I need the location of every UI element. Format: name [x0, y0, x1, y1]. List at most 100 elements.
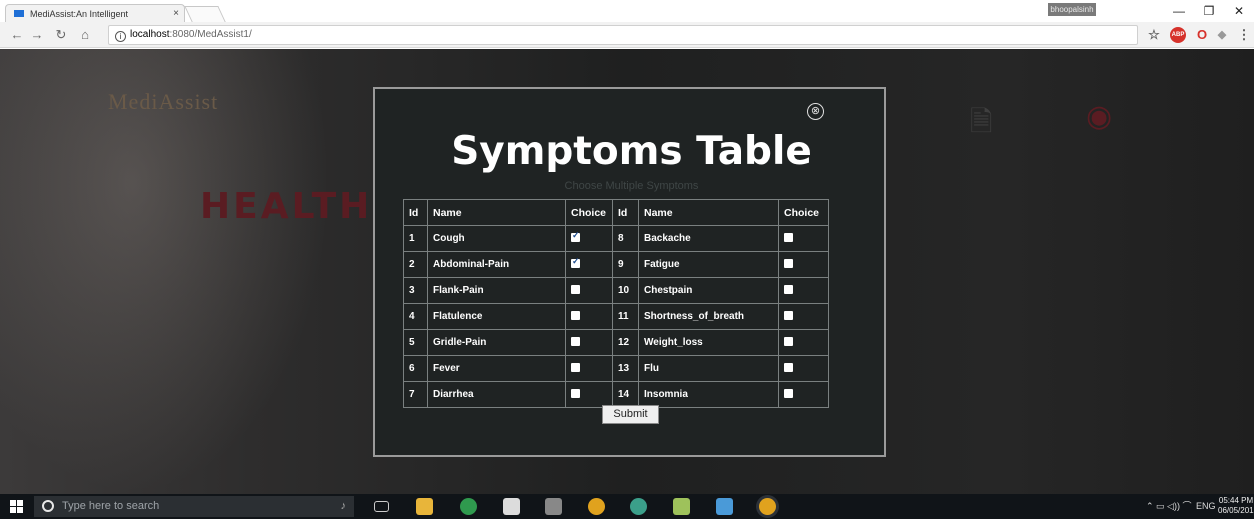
symptom-choice [778, 251, 829, 278]
close-modal-icon[interactable]: ⊗ [807, 103, 824, 120]
back-icon[interactable]: ← [8, 26, 26, 44]
symptom-id: 9 [612, 251, 639, 278]
symptom-name: Gridle-Pain [427, 329, 566, 356]
symptom-id: 5 [403, 329, 428, 356]
menu-icon[interactable]: ⋮ [1236, 27, 1252, 43]
box-icon[interactable] [545, 498, 562, 515]
doctor-background-image [0, 49, 330, 494]
symptom-checkbox[interactable] [571, 285, 580, 294]
site-logo: MediAssist [108, 89, 219, 114]
symptom-checkbox[interactable] [784, 337, 793, 346]
symptom-checkbox[interactable] [784, 363, 793, 372]
tray-icons[interactable]: ⌃ ▭ ◁)) ⌒ [1146, 498, 1191, 515]
close-window-button[interactable]: ✕ [1226, 2, 1252, 20]
system-clock[interactable]: 05:44 PM 06/05/2017 [1218, 496, 1254, 516]
search-placeholder: Type here to search [62, 500, 160, 512]
header-choice: Choice [565, 199, 613, 226]
symptom-checkbox[interactable] [784, 285, 793, 294]
table-row: 3 Flank-Pain 10 Chestpain [403, 277, 829, 304]
symptom-id: 12 [612, 329, 639, 356]
favicon-icon [14, 10, 24, 17]
symptom-id: 1 [403, 225, 428, 252]
table-row: 2Abdominal-Pain 9Fatigue [403, 251, 829, 278]
symptom-id: 10 [612, 277, 639, 304]
symptom-choice [565, 225, 613, 252]
symptom-checkbox[interactable] [784, 233, 793, 242]
extension-icon[interactable]: ◆ [1214, 27, 1230, 43]
site-info-icon[interactable]: i [115, 31, 126, 42]
symptom-checkbox[interactable] [571, 337, 580, 346]
camera-icon: ◉ [1086, 100, 1113, 133]
symptom-name: Flank-Pain [427, 277, 566, 304]
symptom-name: Shortness_of_breath [638, 303, 779, 330]
symptom-checkbox[interactable] [571, 230, 580, 242]
symptom-choice [778, 381, 829, 408]
page-background: MediAssist HEALTH CARE AT YOUR DESK!! ● … [0, 49, 1254, 494]
star-icon[interactable]: ☆ [1146, 27, 1162, 43]
maximize-button[interactable]: ❐ [1196, 2, 1222, 20]
chrome-icon[interactable] [588, 498, 605, 515]
table-row: 6 Fever 13 Flu [403, 355, 829, 382]
browser-tab[interactable]: MediAssist:An Intelligent × [5, 4, 185, 22]
symptom-checkbox[interactable] [571, 256, 580, 268]
symptom-name: Backache [638, 225, 779, 252]
home-icon[interactable]: ⌂ [76, 26, 94, 44]
symptom-choice [565, 329, 613, 356]
symptom-id: 6 [403, 355, 428, 382]
task-view-icon[interactable] [374, 501, 389, 512]
profile-badge[interactable]: bhoopalsinh [1048, 3, 1096, 16]
app-green-icon[interactable] [460, 498, 477, 515]
reload-icon[interactable]: ↻ [52, 26, 70, 44]
table-row: 7 Diarrhea 14 Insomnia [403, 381, 829, 408]
cortana-icon [42, 500, 54, 512]
symptom-choice [565, 355, 613, 382]
notepad-icon[interactable] [673, 498, 690, 515]
browser-toolbar: ← → ↻ ⌂ i localhost:8080/MedAssist1/ ☆ AB… [0, 22, 1254, 48]
symptom-choice [778, 225, 829, 252]
symptom-name: Flatulence [427, 303, 566, 330]
minimize-button[interactable]: — [1166, 2, 1192, 20]
symptom-choice [565, 303, 613, 330]
header-choice: Choice [778, 199, 829, 226]
language-indicator[interactable]: ENG [1196, 498, 1216, 515]
header-name: Name [427, 199, 566, 226]
header-name: Name [638, 199, 779, 226]
table-row: 1Cough 8Backache [403, 225, 829, 252]
symptom-name: Abdominal-Pain [427, 251, 566, 278]
file-explorer-icon[interactable] [416, 498, 433, 515]
submit-button[interactable]: Submit [602, 405, 659, 424]
symptom-checkbox[interactable] [571, 389, 580, 398]
taskbar-search-input[interactable]: Type here to search ♪ [34, 496, 354, 517]
opera-icon[interactable]: O [1194, 27, 1210, 43]
symptom-choice [778, 303, 829, 330]
adblock-icon[interactable]: ABP [1170, 27, 1186, 43]
windows-taskbar: Type here to search ♪ ⌃ ▭ ◁)) ⌒ ENG 05:4… [0, 494, 1254, 519]
address-bar[interactable]: i localhost:8080/MedAssist1/ [108, 25, 1138, 45]
windows-start-icon[interactable] [10, 500, 23, 513]
tab-title: MediAssist:An Intelligent [30, 8, 129, 19]
symptom-checkbox[interactable] [784, 311, 793, 320]
app-teal-icon[interactable] [630, 498, 647, 515]
symptom-checkbox[interactable] [571, 311, 580, 320]
url-path: :8080/MedAssist1/ [169, 29, 252, 40]
symptom-checkbox[interactable] [571, 363, 580, 372]
symptom-name: Diarrhea [427, 381, 566, 408]
symptom-name: Cough [427, 225, 566, 252]
symptom-name: Flu [638, 355, 779, 382]
table-header-row: Id Name Choice Id Name Choice [403, 199, 829, 226]
tab-close-icon[interactable]: × [168, 8, 184, 19]
store-icon[interactable] [503, 498, 520, 515]
modal-subtitle: Choose Multiple Symptoms [564, 180, 699, 192]
symptom-id: 8 [612, 225, 639, 252]
browser-titlebar: MediAssist:An Intelligent × bhoopalsinh … [0, 0, 1254, 22]
microphone-icon[interactable]: ♪ [341, 496, 347, 517]
symptom-name: Chestpain [638, 277, 779, 304]
forward-icon[interactable]: → [28, 26, 46, 44]
symptom-checkbox[interactable] [784, 259, 793, 268]
clock-date: 06/05/2017 [1218, 506, 1254, 515]
chrome-active-icon[interactable] [759, 498, 776, 515]
symptom-id: 13 [612, 355, 639, 382]
new-tab-button[interactable] [184, 6, 226, 22]
box-blue-icon[interactable] [716, 498, 733, 515]
symptom-checkbox[interactable] [784, 389, 793, 398]
